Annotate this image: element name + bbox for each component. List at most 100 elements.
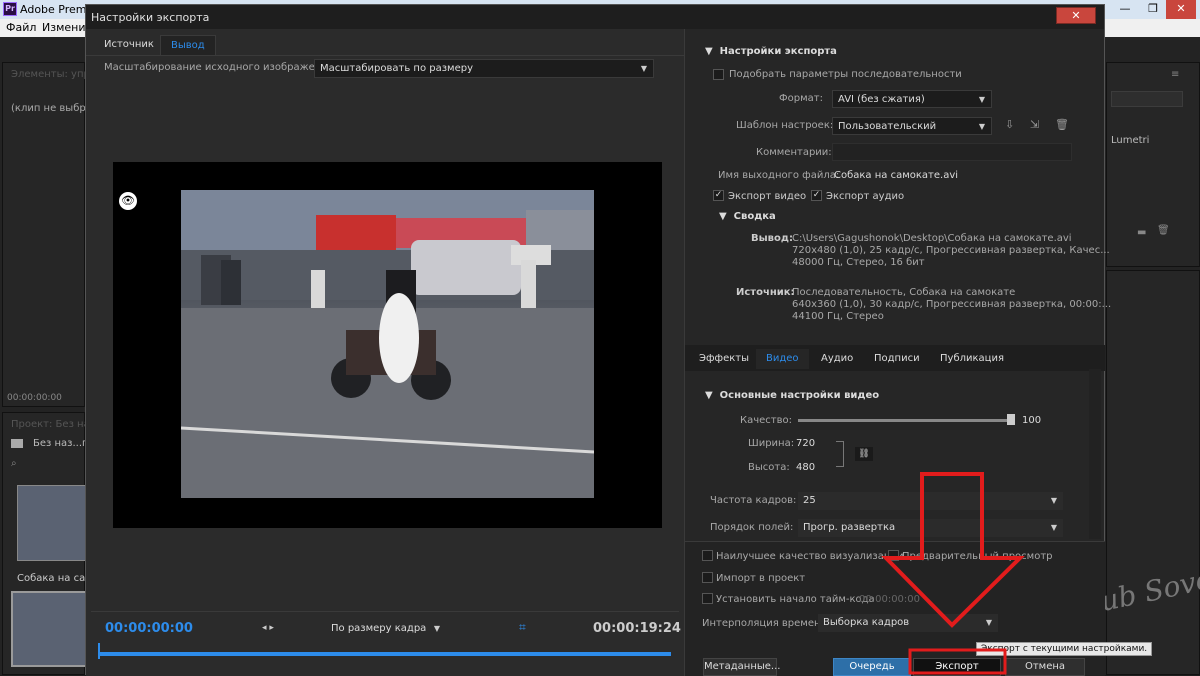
eye-icon: 👁 — [119, 192, 137, 210]
fps-value: 25 — [803, 495, 816, 506]
timeline-divider — [91, 611, 679, 612]
project-header: Проект: Без на — [11, 419, 90, 430]
max-render-label: Наилучшее качество визуализации — [716, 551, 904, 562]
tab-publish[interactable]: Публикация — [930, 349, 1014, 369]
summary-output-line-3: 48000 Гц, Стерео, 16 бит — [792, 257, 925, 268]
trash-icon[interactable]: 🗑 — [1157, 225, 1170, 236]
output-name-link[interactable]: Собака на самокате.avi — [834, 170, 958, 181]
video-frame — [181, 190, 594, 498]
preset-label: Шаблон настроек: — [736, 120, 834, 131]
close-app-button[interactable]: ✕ — [1166, 0, 1196, 19]
crop-icon[interactable]: ⌗ — [519, 620, 526, 635]
minimize-button[interactable]: — — [1110, 0, 1140, 19]
folder-icon[interactable]: ▬ — [1137, 227, 1146, 238]
preset-value: Пользовательский — [838, 121, 937, 132]
clip-thumbnail[interactable] — [17, 485, 87, 561]
panel-timecode: 00:00:00:00 — [7, 393, 62, 403]
red-highlight-box — [908, 648, 1007, 675]
comments-field[interactable] — [832, 143, 1072, 161]
lumetri-label: Lumetri — [1111, 135, 1150, 146]
end-timecode: 00:00:19:24 — [593, 621, 681, 636]
red-arrow-annotation — [881, 472, 1025, 675]
match-sequence-checkbox[interactable] — [713, 69, 724, 80]
summary-output-line-2: 720x480 (1,0), 25 кадр/с, Прогрессивная … — [792, 245, 1110, 256]
tab-output[interactable]: Вывод — [160, 35, 216, 55]
import-checkbox[interactable] — [702, 572, 713, 583]
export-settings-title: Настройки экспорта — [719, 46, 837, 57]
tab-source[interactable]: Источник — [94, 35, 164, 55]
chevron-down-icon: ▼ — [978, 95, 985, 104]
summary-section[interactable]: ▼ Сводка — [719, 211, 776, 222]
scale-dropdown[interactable]: Масштабировать по размеру ▼ — [314, 59, 654, 78]
output-name-label: Имя выходного файла: — [718, 170, 840, 181]
fps-label: Частота кадров: — [710, 495, 797, 506]
tab-audio[interactable]: Аудио — [811, 349, 863, 369]
lumetri-search-field[interactable] — [1111, 91, 1183, 107]
timeline-scrubber-track[interactable] — [100, 652, 671, 656]
metadata-button[interactable]: Метаданные... — [703, 658, 780, 676]
summary-output-line-1: C:\Users\Gagushonok\Desktop\Собака на са… — [792, 233, 1072, 244]
comments-label: Комментарии: — [756, 147, 832, 158]
scale-label: Масштабирование исходного изображения: — [104, 62, 338, 73]
summary-source-key: Источник: — [736, 287, 795, 298]
start-timecode[interactable]: 00:00:00:00 — [105, 621, 193, 636]
app-menubar: Файл Измени — [0, 19, 85, 37]
chevron-down-icon: ▼ — [640, 64, 647, 73]
chevron-down-icon: ▼ — [433, 624, 440, 633]
quality-label: Качество: — [740, 415, 792, 426]
width-label: Ширина: — [748, 438, 795, 449]
quality-slider[interactable] — [798, 419, 1013, 422]
in-point-icon[interactable]: ◂ ▸ — [262, 623, 274, 633]
import-preset-icon[interactable]: ⇲ — [1030, 118, 1039, 131]
field-order-label: Порядок полей: — [710, 522, 794, 533]
timecode-label: Установить начало тайм-кода — [716, 594, 875, 605]
quality-value[interactable]: 100 — [1022, 415, 1041, 426]
aspect-bracket — [836, 441, 844, 467]
timecode-checkbox[interactable] — [702, 593, 713, 604]
export-audio-checkbox[interactable]: ✓ — [811, 190, 822, 201]
dialog-titlebar: Настройки экспорта ✕ — [86, 5, 1104, 29]
tab-divider — [86, 55, 684, 56]
format-dropdown[interactable]: AVI (без сжатия) ▼ — [832, 90, 992, 108]
summary-source-line-1: Последовательность, Собака на самокате — [792, 287, 1016, 298]
video-basic-section[interactable]: ▼ Основные настройки видео — [705, 390, 879, 401]
folder-icon — [11, 439, 23, 448]
interp-label: Интерполяция времени: — [702, 618, 831, 629]
format-value: AVI (без сжатия) — [838, 94, 925, 105]
maximize-button[interactable]: ❐ — [1138, 0, 1168, 19]
tab-effects[interactable]: Эффекты — [689, 349, 759, 369]
preset-dropdown[interactable]: Пользовательский ▼ — [832, 117, 992, 135]
close-dialog-button[interactable]: ✕ — [1056, 7, 1096, 24]
max-render-checkbox[interactable] — [702, 550, 713, 561]
fit-value: По размеру кадра — [331, 623, 427, 634]
effect-controls-panel: Элементы: управ (клип не выбран) 00:00:0… — [2, 62, 102, 407]
menu-edit[interactable]: Измени — [42, 21, 85, 34]
quality-slider-handle[interactable] — [1007, 414, 1015, 425]
clip-thumbnail-2[interactable] — [11, 591, 87, 667]
tab-video[interactable]: Видео — [756, 349, 809, 369]
export-video-checkbox[interactable]: ✓ — [713, 190, 724, 201]
delete-preset-icon[interactable]: 🗑 — [1055, 118, 1069, 131]
import-label: Импорт в проект — [716, 573, 806, 584]
link-icon[interactable]: ⛓ — [855, 447, 873, 461]
video-preview: 👁 — [113, 162, 662, 528]
tab-captions[interactable]: Подписи — [864, 349, 930, 369]
match-sequence-label: Подобрать параметры последовательности — [729, 69, 962, 80]
panel-menu-icon[interactable]: ≡ — [1171, 69, 1179, 80]
summary-title: Сводка — [733, 211, 776, 222]
search-icon[interactable]: ⌕ — [11, 458, 17, 469]
width-value[interactable]: 720 — [796, 438, 815, 449]
playhead-handle[interactable] — [98, 643, 105, 659]
save-preset-icon[interactable]: ⇩ — [1005, 118, 1014, 131]
premiere-logo-icon: Pr — [3, 2, 17, 16]
export-audio-label: Экспорт аудио — [826, 191, 905, 202]
height-value[interactable]: 480 — [796, 462, 815, 473]
video-frame-scene — [181, 190, 594, 498]
red-arrow-shape — [881, 472, 1025, 628]
fit-dropdown[interactable]: По размеру кадра ▼ — [326, 620, 446, 637]
menu-file[interactable]: Файл — [6, 21, 36, 34]
preview-pane: Источник Вывод Масштабирование исходного… — [86, 29, 684, 676]
settings-scrollbar[interactable] — [1089, 369, 1101, 539]
export-settings-section[interactable]: ▼ Настройки экспорта — [705, 46, 837, 57]
chevron-down-icon: ▼ — [978, 122, 985, 131]
